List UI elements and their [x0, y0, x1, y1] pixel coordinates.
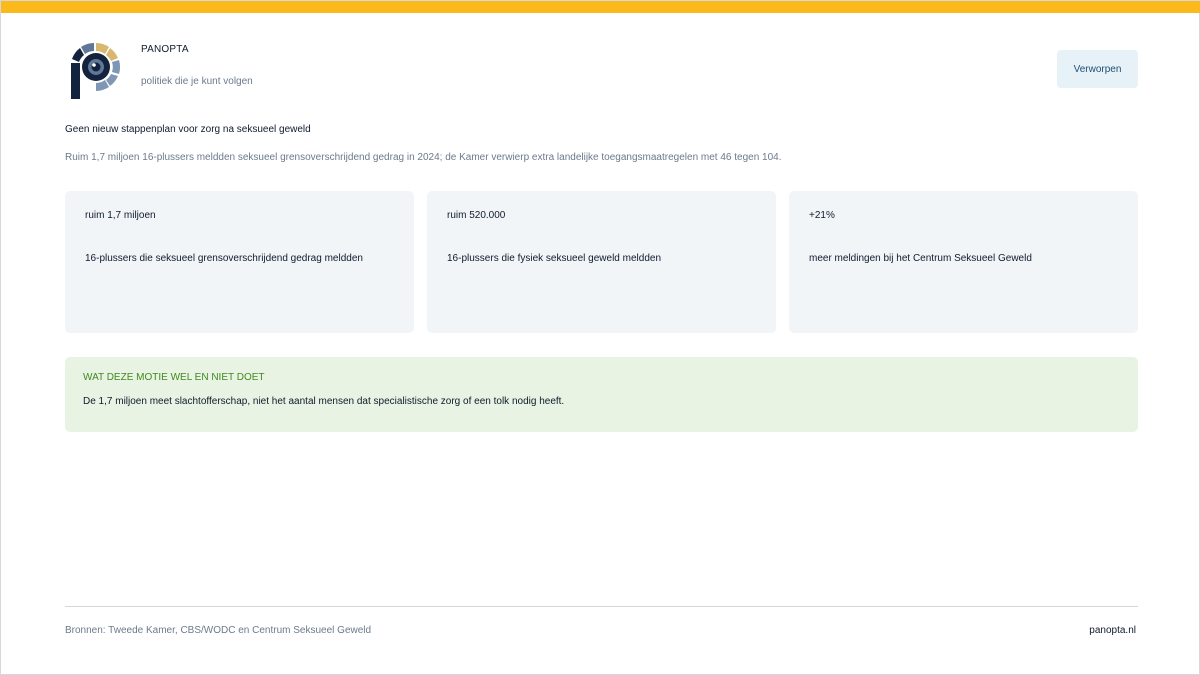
stat-label: 16-plussers die seksueel grensoverschrij… — [85, 253, 363, 264]
stat-value: +21% — [809, 210, 835, 221]
stat-card: ruim 1,7 miljoen 16-plussers die seksuee… — [65, 191, 414, 333]
footer-site-link[interactable]: panopta.nl — [1089, 625, 1136, 636]
stat-value: ruim 520.000 — [447, 210, 506, 221]
footer-divider — [65, 606, 1138, 607]
article-headline: Geen nieuw stappenplan voor zorg na seks… — [65, 124, 311, 135]
page-frame: PANOPTA politiek die je kunt volgen Verw… — [0, 0, 1200, 675]
notice-title: WAT DEZE MOTIE WEL EN NIET DOET — [83, 372, 265, 383]
footer-sources: Bronnen: Tweede Kamer, CBS/WODC en Centr… — [65, 625, 372, 636]
brand-name: PANOPTA — [141, 44, 189, 55]
panopta-logo-icon — [69, 41, 123, 101]
notice-text: De 1,7 miljoen meet slachtofferschap, ni… — [83, 396, 565, 407]
stat-label: meer meldingen bij het Centrum Seksueel … — [809, 253, 1032, 264]
article-summary: Ruim 1,7 miljoen 16-plussers meldden sek… — [65, 152, 782, 163]
motion-notice-box: WAT DEZE MOTIE WEL EN NIET DOET De 1,7 m… — [65, 357, 1138, 432]
status-badge-button[interactable]: Verworpen — [1057, 50, 1138, 88]
stat-label: 16-plussers die fysiek seksueel geweld m… — [447, 253, 662, 264]
stat-value: ruim 1,7 miljoen — [85, 210, 156, 221]
stat-card: ruim 520.000 16-plussers die fysiek seks… — [427, 191, 776, 333]
accent-top-bar — [1, 1, 1200, 13]
stat-card: +21% meer meldingen bij het Centrum Seks… — [789, 191, 1138, 333]
brand-tagline: politiek die je kunt volgen — [141, 76, 253, 87]
